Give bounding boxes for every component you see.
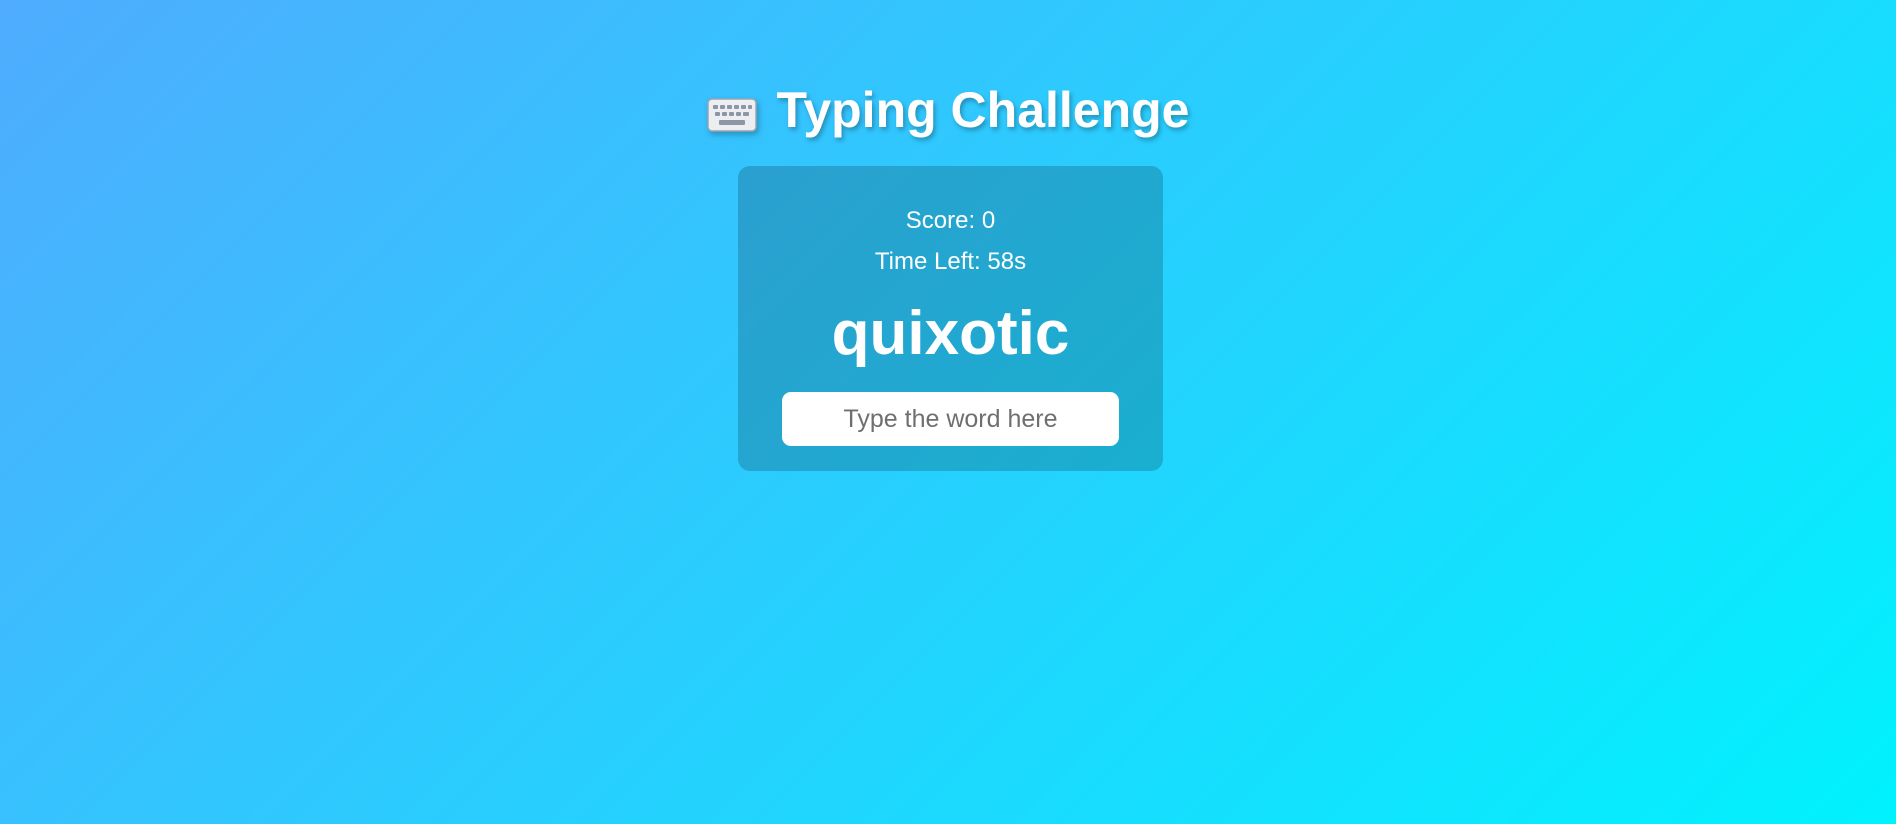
time-left-display: Time Left: 58s: [874, 248, 1027, 275]
page-header: Typing Challenge: [0, 80, 1896, 140]
word-input[interactable]: [782, 392, 1119, 446]
score-display: Score: 0: [905, 207, 996, 234]
page-title: Typing Challenge: [776, 82, 1190, 138]
game-card: Score: 0 Time Left: 58s quixotic: [738, 166, 1163, 471]
current-word: quixotic: [831, 299, 1070, 368]
keyboard-icon: [706, 96, 757, 134]
